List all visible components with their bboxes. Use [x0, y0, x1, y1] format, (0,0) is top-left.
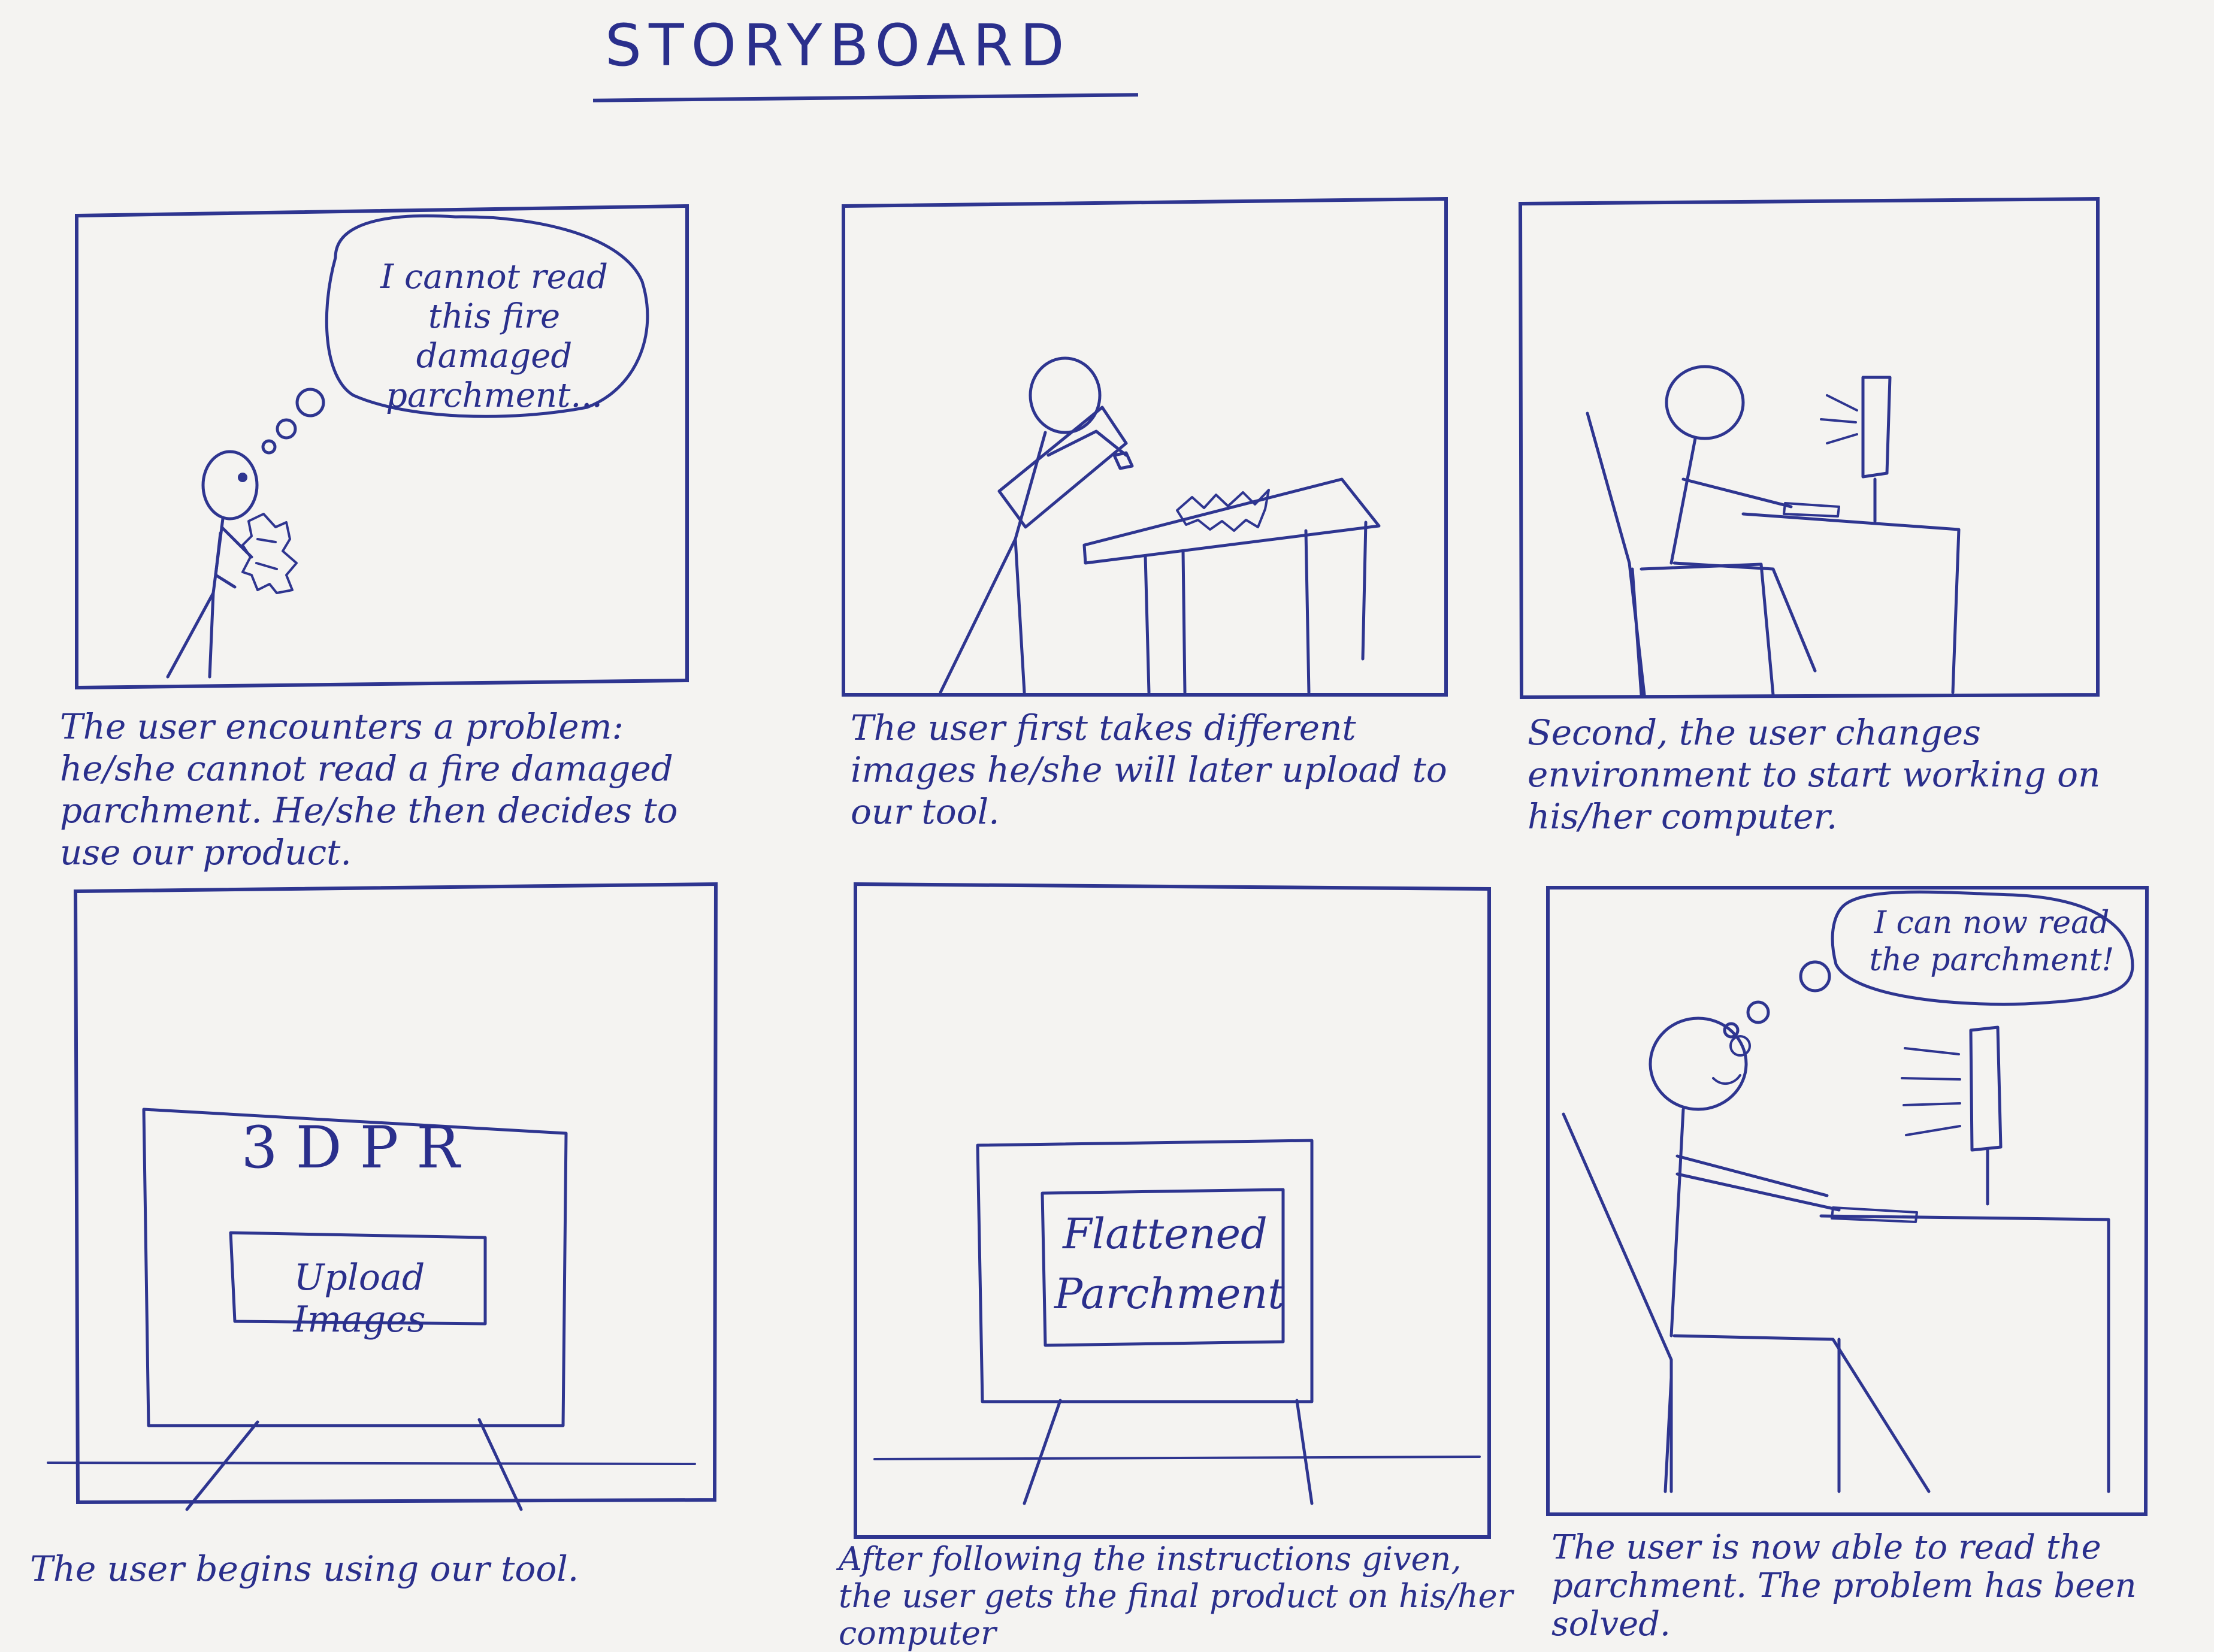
panel-1-stick-figure [166, 450, 259, 679]
panel-2-stick-figure [939, 356, 1128, 694]
upload-images-button[interactable]: Upload Images [235, 1257, 484, 1341]
panel-6-caption: The user is now able to read the parchme… [1551, 1528, 2137, 1644]
panel-3-chair [1586, 412, 1646, 697]
screen-glow-lines [1820, 394, 1858, 444]
panel-6-screen-glow-lines [1901, 1047, 1961, 1136]
flattened-parchment-box: Flattened Parchment [1054, 1209, 1285, 1318]
keyboard-icon [1783, 502, 1840, 518]
panel-4-drawing [47, 882, 718, 1511]
panel-1-thought-dot-large [295, 388, 325, 417]
panel-3-frame [1518, 196, 2100, 700]
panel-6-thought-text: I can now read the parchment! [1869, 905, 2115, 978]
panel-4-screen-title: 3DPR [241, 1114, 478, 1181]
panel-6-computer-monitor-icon [1969, 1025, 2003, 1206]
camera-icon [997, 406, 1134, 529]
panel-5-caption: After following the instructions given, … [839, 1540, 1513, 1652]
panel-4-frame [73, 882, 718, 1505]
panel-1-burnt-parchment [241, 513, 298, 594]
panel-5-floor-line [873, 1456, 1481, 1460]
panel-5-monitor-stand [1023, 1399, 1314, 1505]
panel-6-thought-dot-medium [1746, 1000, 1770, 1024]
panel-1-thought-text: I cannot read this fire damaged parchmen… [380, 258, 608, 415]
panel-6-stick-figure [1649, 1016, 1931, 1493]
panel-2-table [1082, 477, 1381, 694]
panel-1-caption: The user encounters a problem: he/she ca… [60, 706, 678, 873]
panel-3-drawing [1518, 196, 2100, 700]
panel-2-caption: The user first takes different images he… [851, 707, 1447, 832]
panel-6-frame [1546, 886, 2149, 1516]
panel-4-caption: The user begins using our tool. [30, 1548, 579, 1589]
computer-monitor-icon [1861, 376, 1892, 523]
panel-6-chair [1562, 1112, 1673, 1493]
panel-3-caption: Second, the user changes environment to … [1528, 712, 2101, 837]
panel-6-thought-dot-large [1799, 960, 1831, 993]
panel-2-frame [842, 196, 1448, 697]
panel-4-floor-line [47, 1462, 696, 1465]
panel-2-drawing [842, 196, 1448, 697]
panel-1-thought-dot-medium [276, 418, 297, 440]
panel-6-drawing [1546, 886, 2149, 1516]
panel-6-desk [1819, 1214, 2110, 1493]
panel-3-desk [1640, 512, 1961, 697]
panel-1-thought-dot-small [261, 439, 277, 455]
storyboard-sheet: STORYBOARD I cannot read this fire damag… [0, 0, 2214, 1652]
